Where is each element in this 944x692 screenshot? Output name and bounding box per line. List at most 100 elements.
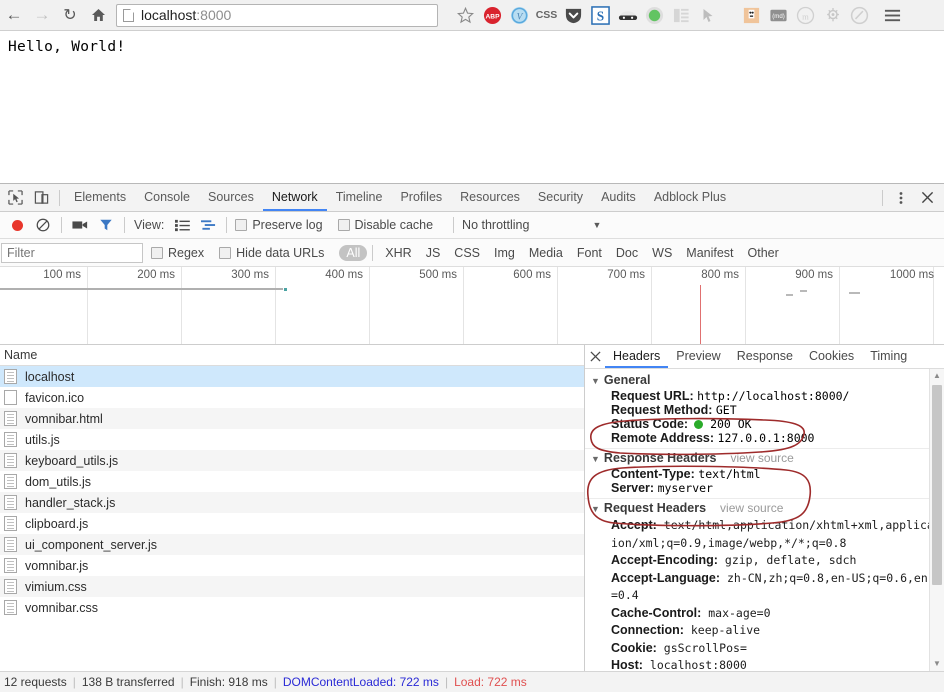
pocket-icon[interactable] — [560, 2, 587, 29]
view-waterfall-icon[interactable] — [195, 212, 221, 238]
reload-button[interactable]: ↻ — [56, 1, 84, 29]
filter-type-manifest[interactable]: Manifest — [679, 245, 740, 261]
clear-button[interactable] — [30, 212, 56, 238]
request-header-value: text/html,application/xhtml+xml,applicat… — [611, 518, 941, 550]
headers-content[interactable]: ▼ General Request URL: http://localhost:… — [585, 369, 944, 671]
tab-sources[interactable]: Sources — [199, 184, 263, 211]
section-response-headers[interactable]: ▼ Response Headers view source — [585, 448, 944, 467]
details-tab-response[interactable]: Response — [729, 345, 801, 368]
details-tab-cookies[interactable]: Cookies — [801, 345, 862, 368]
filter-type-doc[interactable]: Doc — [609, 245, 645, 261]
control-divider-1 — [61, 217, 62, 233]
timeline-event-dot — [284, 288, 287, 291]
tab-elements[interactable]: Elements — [65, 184, 135, 211]
back-button[interactable]: ← — [0, 1, 28, 29]
filter-type-ws[interactable]: WS — [645, 245, 679, 261]
page-body-text: Hello, World! — [8, 39, 936, 55]
slash-circle-icon[interactable] — [846, 2, 873, 29]
request-view-source-link[interactable]: view source — [720, 501, 783, 515]
column-layout-icon[interactable] — [668, 2, 695, 29]
table-row[interactable]: utils.js — [0, 429, 584, 450]
tab-audits[interactable]: Audits — [592, 184, 645, 211]
request-list[interactable]: localhost favicon.ico vomnibar.html util… — [0, 366, 584, 671]
network-timeline-overview[interactable]: 100 ms 200 ms 300 ms 400 ms 500 ms 600 m… — [0, 267, 944, 345]
filter-type-js[interactable]: JS — [419, 245, 448, 261]
tab-timeline[interactable]: Timeline — [327, 184, 392, 211]
filter-type-media[interactable]: Media — [522, 245, 570, 261]
filter-type-css[interactable]: CSS — [447, 245, 487, 261]
filter-type-other[interactable]: Other — [741, 245, 786, 261]
timeline-gridline — [275, 267, 276, 344]
tab-console[interactable]: Console — [135, 184, 199, 211]
timeline-tick-label: 500 ms — [419, 269, 461, 281]
hide-data-urls-checkbox[interactable]: Hide data URLs — [219, 246, 329, 260]
table-row[interactable]: handler_stack.js — [0, 492, 584, 513]
adblock-plus-icon[interactable]: ABP — [479, 2, 506, 29]
tab-profiles[interactable]: Profiles — [391, 184, 451, 211]
green-circle-icon[interactable] — [641, 2, 668, 29]
markdown-icon[interactable]: (md) — [765, 2, 792, 29]
tab-network[interactable]: Network — [263, 184, 327, 211]
timeline-gridline — [745, 267, 746, 344]
filter-type-all[interactable]: All — [339, 245, 367, 261]
scrollbar-thumb[interactable] — [932, 385, 942, 585]
throttling-select-label[interactable]: No throttling — [462, 218, 529, 232]
toggle-device-toolbar-icon[interactable] — [28, 185, 54, 211]
headers-scrollbar[interactable]: ▲ ▼ — [929, 369, 944, 671]
devtools-more-options-icon[interactable] — [888, 185, 914, 211]
browser-toolbar: ← → ↻ localhost:8000 ABP V CSS S (md) — [0, 0, 944, 31]
stylish-icon[interactable]: S — [587, 2, 614, 29]
table-row[interactable]: keyboard_utils.js — [0, 450, 584, 471]
script-icon — [4, 558, 17, 573]
table-row[interactable]: clipboard.js — [0, 513, 584, 534]
request-list-header[interactable]: Name — [0, 345, 584, 366]
table-row[interactable]: dom_utils.js — [0, 471, 584, 492]
filter-type-img[interactable]: Img — [487, 245, 522, 261]
page-info-icon[interactable] — [123, 9, 134, 22]
view-list-icon[interactable] — [169, 212, 195, 238]
table-row[interactable]: localhost — [0, 366, 584, 387]
response-view-source-link[interactable]: view source — [730, 451, 793, 465]
capture-screenshots-icon[interactable] — [67, 212, 93, 238]
vimium-icon[interactable]: V — [506, 2, 533, 29]
filter-type-font[interactable]: Font — [570, 245, 609, 261]
scroll-down-arrow-icon[interactable]: ▼ — [930, 657, 944, 671]
scroll-up-arrow-icon[interactable]: ▲ — [930, 369, 944, 383]
regex-checkbox[interactable]: Regex — [151, 246, 209, 260]
bookmark-star-icon[interactable] — [452, 2, 479, 29]
table-row[interactable]: vomnibar.html — [0, 408, 584, 429]
section-request-headers[interactable]: ▼ Request Headers view source — [585, 498, 944, 517]
momentum-icon[interactable]: m — [792, 2, 819, 29]
tab-resources[interactable]: Resources — [451, 184, 529, 211]
details-tab-timing[interactable]: Timing — [862, 345, 915, 368]
tab-security[interactable]: Security — [529, 184, 592, 211]
preserve-log-checkbox[interactable]: Preserve log — [235, 218, 327, 232]
details-tab-preview[interactable]: Preview — [668, 345, 728, 368]
filter-input[interactable] — [1, 243, 143, 263]
cursor-arrow-icon[interactable] — [695, 2, 722, 29]
address-bar[interactable]: localhost:8000 — [116, 4, 438, 27]
details-tab-headers[interactable]: Headers — [605, 345, 668, 368]
disable-cache-checkbox[interactable]: Disable cache — [338, 218, 439, 232]
filter-type-xhr[interactable]: XHR — [378, 245, 418, 261]
css-icon[interactable]: CSS — [533, 2, 560, 29]
table-row[interactable]: vomnibar.js — [0, 555, 584, 576]
incognito-mask-icon[interactable] — [614, 2, 641, 29]
table-row[interactable]: vimium.css — [0, 576, 584, 597]
robot-icon[interactable] — [738, 2, 765, 29]
disable-cache-box — [338, 219, 350, 231]
gear-icon[interactable] — [819, 2, 846, 29]
record-button[interactable] — [4, 212, 30, 238]
tab-adblock-plus[interactable]: Adblock Plus — [645, 184, 735, 211]
filter-funnel-icon[interactable] — [93, 212, 119, 238]
table-row[interactable]: vomnibar.css — [0, 597, 584, 618]
throttling-chevron-down-icon[interactable]: ▼ — [592, 220, 601, 230]
devtools-close-icon[interactable] — [914, 185, 940, 211]
home-button[interactable] — [84, 1, 112, 29]
table-row[interactable]: ui_component_server.js — [0, 534, 584, 555]
section-general[interactable]: ▼ General — [585, 371, 944, 389]
inspect-element-icon[interactable] — [2, 185, 28, 211]
close-details-icon[interactable] — [585, 344, 605, 370]
table-row[interactable]: favicon.ico — [0, 387, 584, 408]
chrome-menu-icon[interactable] — [879, 2, 906, 29]
